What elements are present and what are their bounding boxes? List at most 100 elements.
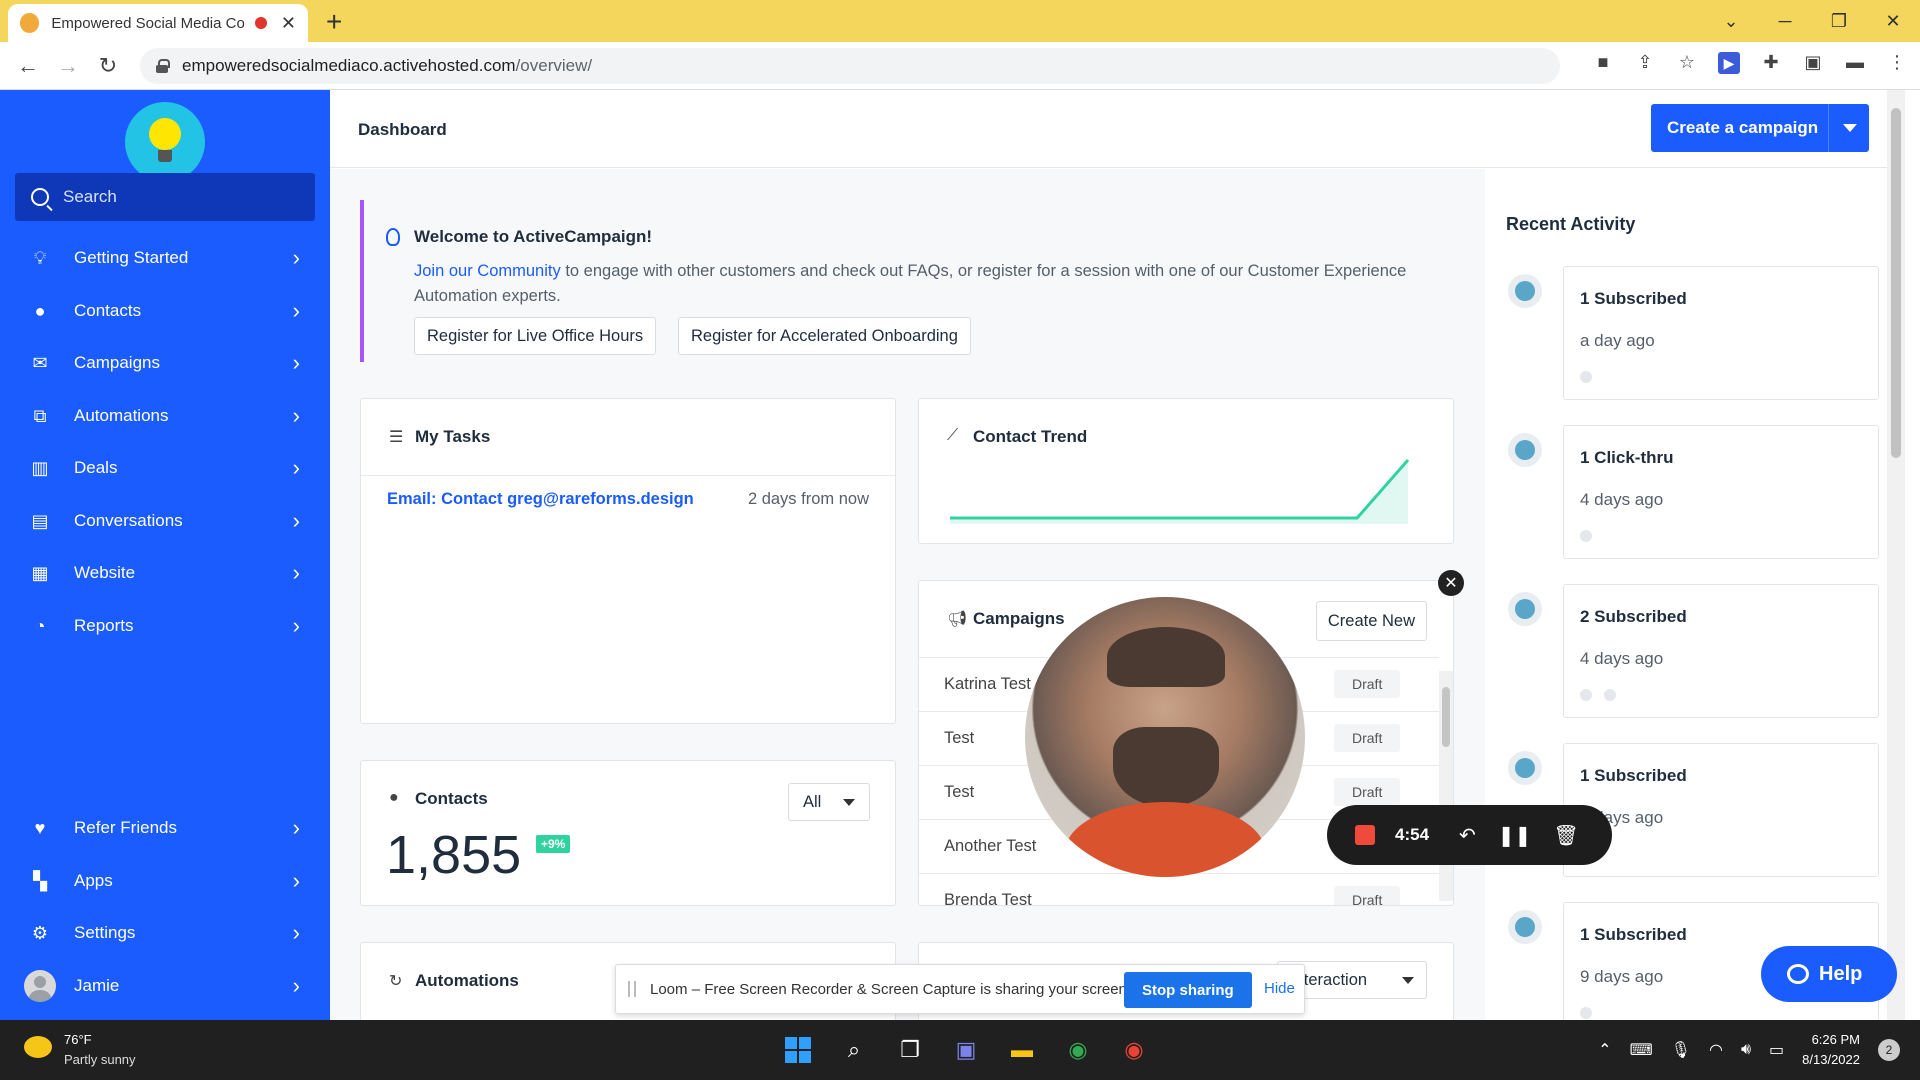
keyboard-icon[interactable]: ⌨: [1630, 1040, 1653, 1060]
gear-icon: ⚙: [31, 923, 49, 944]
refresh-icon: ↻: [389, 973, 403, 990]
search-input[interactable]: [63, 187, 303, 207]
join-community-link[interactable]: Join our Community: [414, 262, 561, 280]
search-icon[interactable]: ⌕: [836, 1032, 872, 1068]
lock-icon[interactable]: [156, 59, 170, 73]
sidebar-item-contacts[interactable]: ● Contacts ›: [0, 285, 330, 338]
extension-blue-icon[interactable]: ▶: [1718, 52, 1740, 74]
clock-date: 8/13/2022: [1802, 1052, 1860, 1067]
campaign-list-scrollbar[interactable]: [1439, 671, 1453, 901]
create-new-campaign-button[interactable]: Create New: [1315, 601, 1427, 641]
divider: [361, 475, 895, 476]
person-icon[interactable]: [1580, 1007, 1592, 1019]
sidebar-item-automations[interactable]: ⧉ Automations ›: [0, 390, 330, 443]
notification-badge[interactable]: 2: [1878, 1039, 1900, 1061]
windows-start-icon[interactable]: [780, 1032, 816, 1068]
forward-icon[interactable]: →: [48, 53, 88, 79]
camera-person-shirt: [1065, 802, 1265, 877]
lightbulb-logo-icon: [145, 118, 185, 166]
sidebar-item-label: Apps: [74, 870, 113, 890]
reload-icon[interactable]: ↻: [88, 53, 128, 79]
wifi-icon[interactable]: ◠: [1709, 1040, 1723, 1060]
chrome-icon[interactable]: ◉: [1060, 1032, 1096, 1068]
close-window-icon[interactable]: ✕: [1866, 11, 1920, 32]
person-icon[interactable]: [1604, 689, 1616, 701]
sidebar-item-getting-started[interactable]: 💡︎ Getting Started ›: [0, 232, 330, 285]
extension-icons: ■ ⇪ ☆ ▶ ✚ ▣ ▬ ⋮: [1592, 52, 1908, 74]
chevron-up-icon[interactable]: ⌃: [1598, 1040, 1611, 1060]
share-icon[interactable]: ⇪: [1634, 52, 1656, 74]
register-live-office-hours-button[interactable]: Register for Live Office Hours: [414, 317, 657, 355]
sidebar-item-deals[interactable]: ▥ Deals ›: [0, 442, 330, 495]
new-tab-button[interactable]: +: [326, 6, 342, 38]
battery-icon[interactable]: ▭: [1769, 1040, 1784, 1060]
task-due-date: 2 days from now: [747, 490, 869, 508]
chevron-down-icon[interactable]: [1843, 124, 1857, 132]
sidebar-nav: 💡︎ Getting Started › ● Contacts › ✉ Campaigns…: [0, 232, 330, 652]
activity-item[interactable]: 2 Subscribed 4 days ago: [1563, 584, 1879, 718]
recording-timer: 4:54: [1395, 825, 1430, 844]
person-icon[interactable]: [1580, 371, 1592, 383]
activity-item[interactable]: 1 Subscribed 4 days ago: [1563, 743, 1879, 877]
help-button[interactable]: Help: [1761, 946, 1897, 1002]
page-scrollbar[interactable]: [1887, 90, 1905, 1020]
microphone-icon[interactable]: 🎙︎: [1671, 1040, 1691, 1060]
volume-icon[interactable]: 🔊︎: [1741, 1041, 1751, 1059]
close-tab-icon[interactable]: ✕: [281, 13, 296, 34]
weather-sun-icon[interactable]: [24, 1036, 52, 1058]
url-bar[interactable]: empoweredsocialmediaco.activehosted.com/…: [140, 48, 1560, 84]
kebab-menu-icon[interactable]: ⋮: [1886, 52, 1908, 74]
contacts-filter-select[interactable]: All: [788, 783, 870, 821]
browser-tab[interactable]: Empowered Social Media Co ✕: [8, 4, 308, 42]
register-onboarding-button[interactable]: Register for Accelerated Onboarding: [678, 317, 971, 355]
campaign-name: Brenda Test: [944, 891, 1032, 906]
campaign-name: Katrina Test: [944, 675, 1031, 693]
drag-handle-icon[interactable]: [628, 981, 636, 997]
brand-logo[interactable]: [125, 102, 205, 182]
teams-chat-icon[interactable]: ▣: [948, 1032, 984, 1068]
sidebar-item-refer-friends[interactable]: ♥ Refer Friends ›: [0, 802, 330, 855]
undo-icon[interactable]: ↶: [1459, 823, 1476, 848]
back-icon[interactable]: ←: [8, 53, 48, 79]
close-camera-icon[interactable]: ✕: [1438, 570, 1464, 596]
sidebar-item-user[interactable]: Jamie ›: [0, 960, 330, 1013]
activity-item[interactable]: 1 Click-thru 4 days ago: [1563, 425, 1879, 559]
sidebar-item-campaigns[interactable]: ✉ Campaigns ›: [0, 337, 330, 390]
task-link[interactable]: Email: Contact greg@rareforms.design: [387, 490, 694, 509]
contact-trend-card: ⟋ Contact Trend: [918, 398, 1454, 544]
stop-recording-icon[interactable]: [1355, 825, 1375, 845]
tab-search-icon[interactable]: ⌄: [1704, 11, 1758, 32]
pie-chart-icon: ◔: [34, 615, 46, 636]
sidepanel-icon[interactable]: ▣: [1802, 52, 1824, 74]
system-clock[interactable]: 6:26 PM 8/13/2022: [1802, 1030, 1860, 1070]
camera-icon[interactable]: ■: [1592, 52, 1614, 74]
minimize-icon[interactable]: ─: [1758, 11, 1812, 32]
activity-item[interactable]: 1 Subscribed a day ago: [1563, 266, 1879, 400]
profile-icon[interactable]: ▬: [1844, 52, 1866, 74]
chrome-profile-icon[interactable]: ◉: [1116, 1032, 1152, 1068]
table-row[interactable]: Brenda Test Draft: [919, 873, 1439, 906]
sidebar-item-reports[interactable]: ◔ Reports ›: [0, 600, 330, 653]
sidebar-item-website[interactable]: ▦ Website ›: [0, 547, 330, 600]
hide-link[interactable]: Hide: [1264, 980, 1295, 997]
browser-tab-bar: Empowered Social Media Co ✕ + ⌄ ─ ❐ ✕: [0, 0, 1920, 42]
trash-icon[interactable]: 🗑︎: [1553, 823, 1578, 848]
puzzle-icon[interactable]: ✚: [1760, 52, 1782, 74]
bookmark-star-icon[interactable]: ☆: [1676, 52, 1698, 74]
sidebar-item-conversations[interactable]: ▤ Conversations ›: [0, 495, 330, 548]
file-explorer-icon[interactable]: ▬: [1004, 1032, 1040, 1068]
heart-icon: ♥: [34, 818, 46, 839]
sidebar-search[interactable]: [15, 173, 315, 221]
person-icon[interactable]: [1580, 689, 1592, 701]
pause-icon[interactable]: ❚❚: [1498, 823, 1532, 848]
restore-icon[interactable]: ❐: [1812, 11, 1866, 32]
card-title: My Tasks: [415, 427, 491, 446]
taskbar-apps: ⌕ ❐ ▣ ▬ ◉ ◉: [780, 1032, 1152, 1068]
sidebar-item-settings[interactable]: ⚙ Settings ›: [0, 907, 330, 960]
loom-camera-bubble[interactable]: [1025, 597, 1305, 877]
create-campaign-button[interactable]: Create a campaign: [1651, 104, 1869, 152]
task-view-icon[interactable]: ❐: [892, 1032, 928, 1068]
stop-sharing-button[interactable]: Stop sharing: [1124, 972, 1252, 1008]
sidebar-item-apps[interactable]: ▚ Apps ›: [0, 855, 330, 908]
person-icon[interactable]: [1580, 530, 1592, 542]
